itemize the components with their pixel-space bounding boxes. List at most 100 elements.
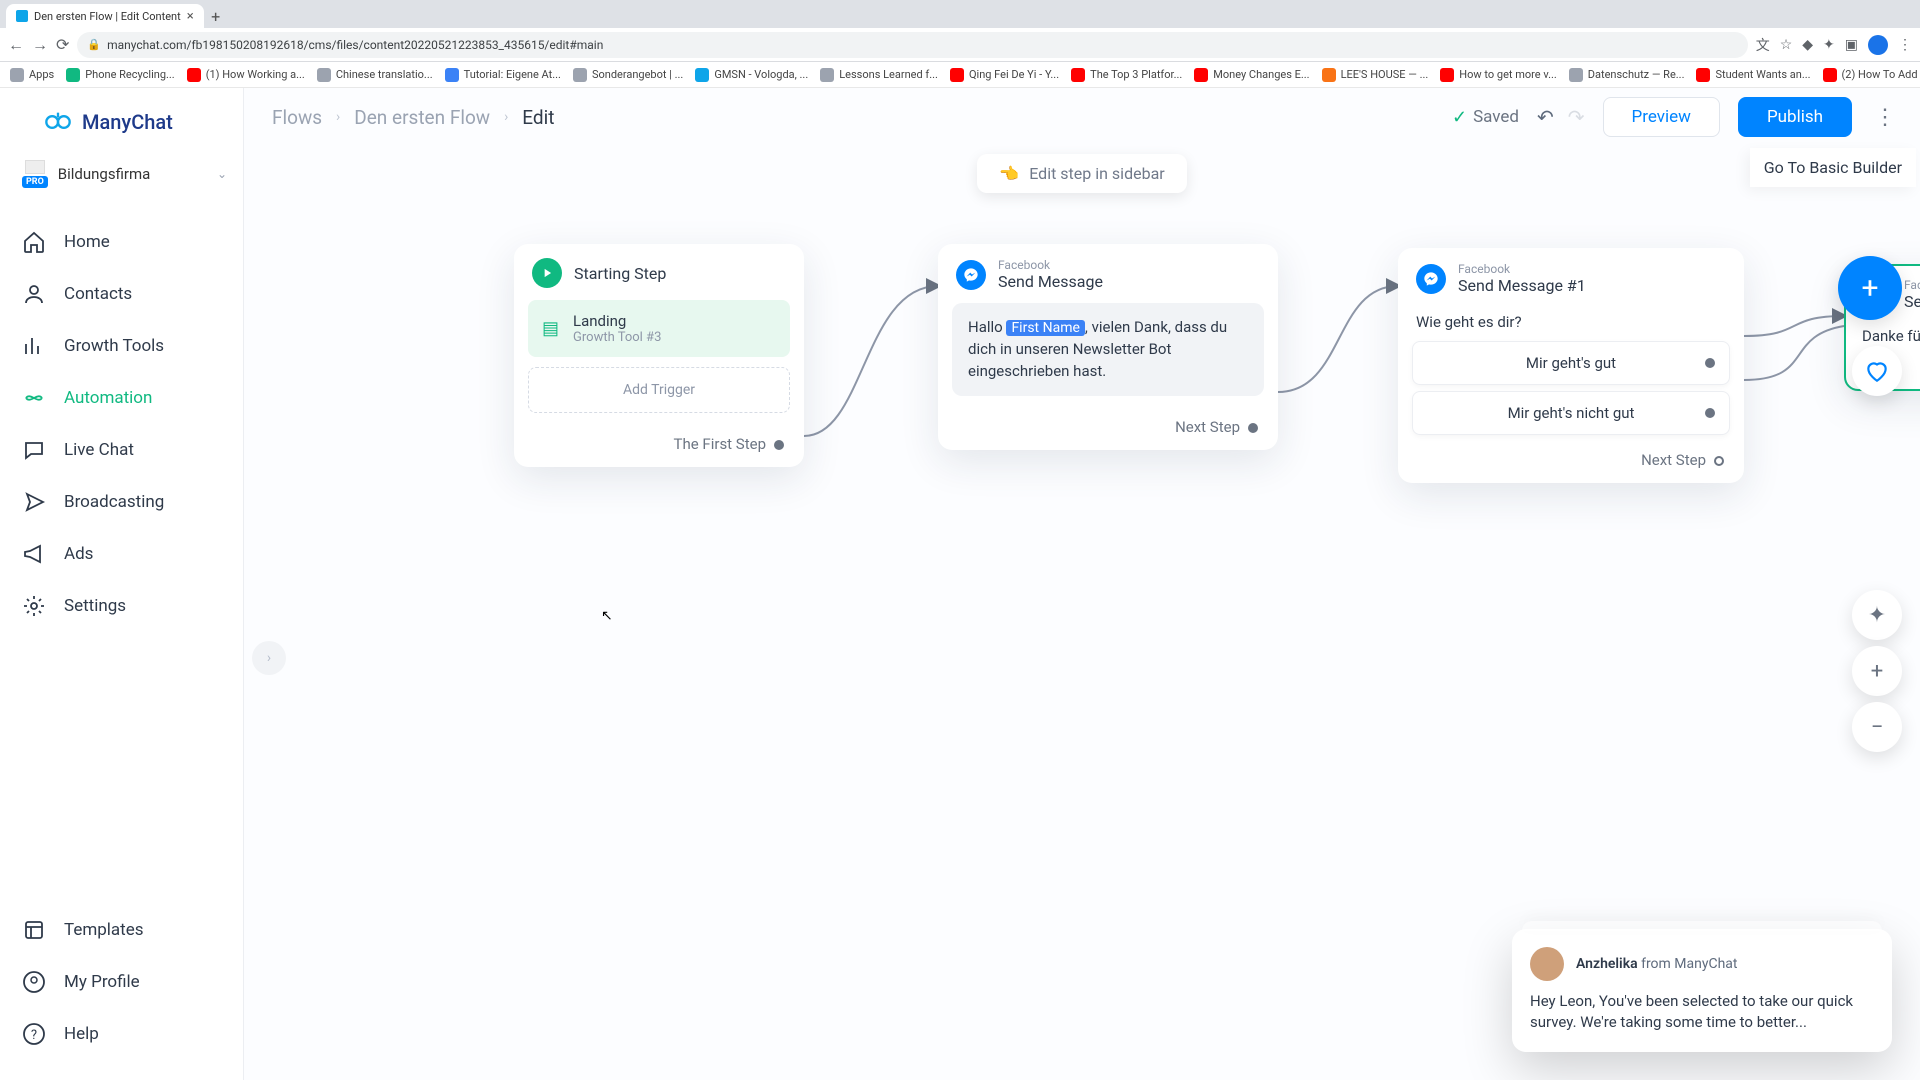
bookmark-item[interactable]: Qing Fei De Yi - Y... <box>950 68 1059 82</box>
sidebar-nav-bottom: Templates My Profile ? Help <box>0 904 243 1080</box>
contacts-icon <box>22 282 46 306</box>
sidebar-item-profile[interactable]: My Profile <box>0 956 243 1008</box>
bookmark-item[interactable]: Tutorial: Eigene At... <box>445 68 561 82</box>
extension-icon[interactable]: ◆ <box>1802 37 1813 53</box>
mouse-cursor-icon: ↖ <box>601 608 613 624</box>
node-title: Send Message #1 <box>1458 276 1586 295</box>
gear-icon <box>22 594 46 618</box>
bookmark-item[interactable]: Lessons Learned f... <box>820 68 938 82</box>
bookmark-item[interactable]: LEE'S HOUSE — ... <box>1322 68 1429 82</box>
trigger-landing[interactable]: ▤ Landing Growth Tool #3 <box>528 300 790 357</box>
output-port-icon[interactable] <box>1714 456 1724 466</box>
breadcrumb-flow[interactable]: Den ersten Flow <box>354 106 490 129</box>
output-port-icon[interactable] <box>1705 408 1715 418</box>
node-send-message[interactable]: Facebook Send Message Hallo First Name, … <box>938 244 1278 450</box>
bookmark-item[interactable]: Chinese translatio... <box>317 68 433 82</box>
new-tab-button[interactable]: + <box>204 4 228 28</box>
menu-icon[interactable]: ⋮ <box>1898 37 1912 53</box>
pro-badge: PRO <box>22 176 48 188</box>
bookmark-item[interactable]: Student Wants an... <box>1696 68 1810 82</box>
bookmark-item[interactable]: Money Changes E... <box>1194 68 1309 82</box>
sidebar-item-broadcasting[interactable]: Broadcasting <box>0 476 243 528</box>
workspace-switcher[interactable]: PRO Bildungsfirma ⌄ <box>0 146 243 202</box>
favorite-fab[interactable] <box>1852 346 1902 396</box>
sidebar-item-help[interactable]: ? Help <box>0 1008 243 1060</box>
browser-tab-bar: Den ersten Flow | Edit Content × + <box>0 0 1920 28</box>
puzzle-icon[interactable]: ✦ <box>1823 37 1835 53</box>
forward-icon[interactable]: → <box>32 35 48 55</box>
address-bar[interactable]: 🔒 manychat.com/fb198150208192618/cms/fil… <box>77 32 1747 58</box>
flow-canvas[interactable]: Starting Step ▤ Landing Growth Tool #3 A… <box>244 146 1920 1080</box>
bookmark-item[interactable]: Sonderangebot | ... <box>573 68 683 82</box>
tab-title: Den ersten Flow | Edit Content <box>34 10 181 23</box>
sidebar-item-home[interactable]: Home <box>0 216 243 268</box>
node-send-message-1[interactable]: Facebook Send Message #1 Wie geht es dir… <box>1398 248 1744 483</box>
reply-option-1[interactable]: Mir geht's gut <box>1412 341 1730 385</box>
browser-tab[interactable]: Den ersten Flow | Edit Content × <box>6 4 204 28</box>
browser-actions: 文 ☆ ◆ ✦ ▣ ⋮ <box>1756 35 1912 55</box>
chevron-right-icon: › <box>336 109 340 125</box>
bookmark-item[interactable]: (1) How Working a... <box>187 68 305 82</box>
sidebar-label: Ads <box>64 544 93 564</box>
sidebar-item-growth[interactable]: Growth Tools <box>0 320 243 372</box>
variable-chip[interactable]: First Name <box>1006 320 1084 336</box>
output-port-icon[interactable] <box>774 440 784 450</box>
port-next-step[interactable]: Next Step <box>938 408 1278 450</box>
zoom-out-fab[interactable]: − <box>1852 702 1902 752</box>
bookmark-item[interactable]: (2) How To Add A... <box>1823 68 1920 82</box>
sidebar-item-livechat[interactable]: Live Chat <box>0 424 243 476</box>
node-title: Send Message #2 <box>1904 292 1920 311</box>
back-icon[interactable]: ← <box>8 35 24 55</box>
apps-shortcut[interactable]: Apps <box>10 68 54 82</box>
extension2-icon[interactable]: ▣ <box>1845 37 1858 53</box>
node-channel: Facebook <box>1458 262 1586 276</box>
bookmark-item[interactable]: Datenschutz — Re... <box>1569 68 1685 82</box>
output-port-icon[interactable] <box>1705 358 1715 368</box>
message-preview[interactable]: Hallo First Name, vielen Dank, dass du d… <box>952 303 1264 396</box>
goto-basic-builder[interactable]: Go To Basic Builder <box>1750 148 1916 187</box>
auto-arrange-fab[interactable]: ✦ <box>1852 590 1902 640</box>
sidebar-item-automation[interactable]: Automation <box>0 372 243 424</box>
sidebar-label: Home <box>64 232 110 252</box>
sidebar-item-contacts[interactable]: Contacts <box>0 268 243 320</box>
reply-option-2[interactable]: Mir geht's nicht gut <box>1412 391 1730 435</box>
preview-button[interactable]: Preview <box>1603 97 1720 137</box>
sidebar-item-settings[interactable]: Settings <box>0 580 243 632</box>
more-menu-icon[interactable]: ⋮ <box>1870 101 1900 134</box>
port-first-step[interactable]: The First Step <box>514 425 804 467</box>
chat-icon <box>22 438 46 462</box>
sidebar-item-ads[interactable]: Ads <box>0 528 243 580</box>
question-text: Wie geht es dir? <box>1412 307 1730 333</box>
bookmark-item[interactable]: GMSN - Vologda, ... <box>695 68 808 82</box>
add-trigger-button[interactable]: Add Trigger <box>528 367 790 413</box>
zoom-in-fab[interactable]: + <box>1852 646 1902 696</box>
redo-button[interactable]: ↷ <box>1568 105 1585 129</box>
bookmark-item[interactable]: How to get more v... <box>1440 68 1557 82</box>
edit-step-hint[interactable]: 👈 Edit step in sidebar <box>977 154 1186 193</box>
output-port-icon[interactable] <box>1248 423 1258 433</box>
translate-icon[interactable]: 文 <box>1756 35 1770 55</box>
star-icon[interactable]: ☆ <box>1780 37 1793 53</box>
sidebar-item-templates[interactable]: Templates <box>0 904 243 956</box>
topbar: Flows › Den ersten Flow › Edit ✓Saved ↶ … <box>244 88 1920 146</box>
undo-button[interactable]: ↶ <box>1537 105 1554 129</box>
port-next-step[interactable]: Next Step <box>1398 441 1744 483</box>
node-starting-step[interactable]: Starting Step ▤ Landing Growth Tool #3 A… <box>514 244 804 467</box>
brand[interactable]: ManyChat <box>0 88 243 146</box>
close-tab-icon[interactable]: × <box>187 9 194 24</box>
add-step-fab[interactable]: + <box>1838 256 1902 320</box>
bookmark-item[interactable]: Phone Recycling... <box>66 68 174 82</box>
profile-avatar[interactable] <box>1868 35 1888 55</box>
reload-icon[interactable]: ⟳ <box>56 35 69 55</box>
automation-icon <box>22 386 46 410</box>
brand-icon <box>44 108 72 136</box>
sidebar-label: Live Chat <box>64 440 134 460</box>
sidebar-label: Settings <box>64 596 126 616</box>
bookmark-item[interactable]: The Top 3 Platfor... <box>1071 68 1182 82</box>
collapse-sidebar-icon[interactable]: › <box>252 641 286 675</box>
publish-button[interactable]: Publish <box>1738 97 1852 137</box>
breadcrumb-root[interactable]: Flows <box>272 106 322 129</box>
lock-icon: 🔒 <box>87 38 101 51</box>
support-chat[interactable]: Anzhelika from ManyChat Hey Leon, You've… <box>1512 929 1892 1053</box>
pointing-hand-icon: 👈 <box>999 164 1019 183</box>
